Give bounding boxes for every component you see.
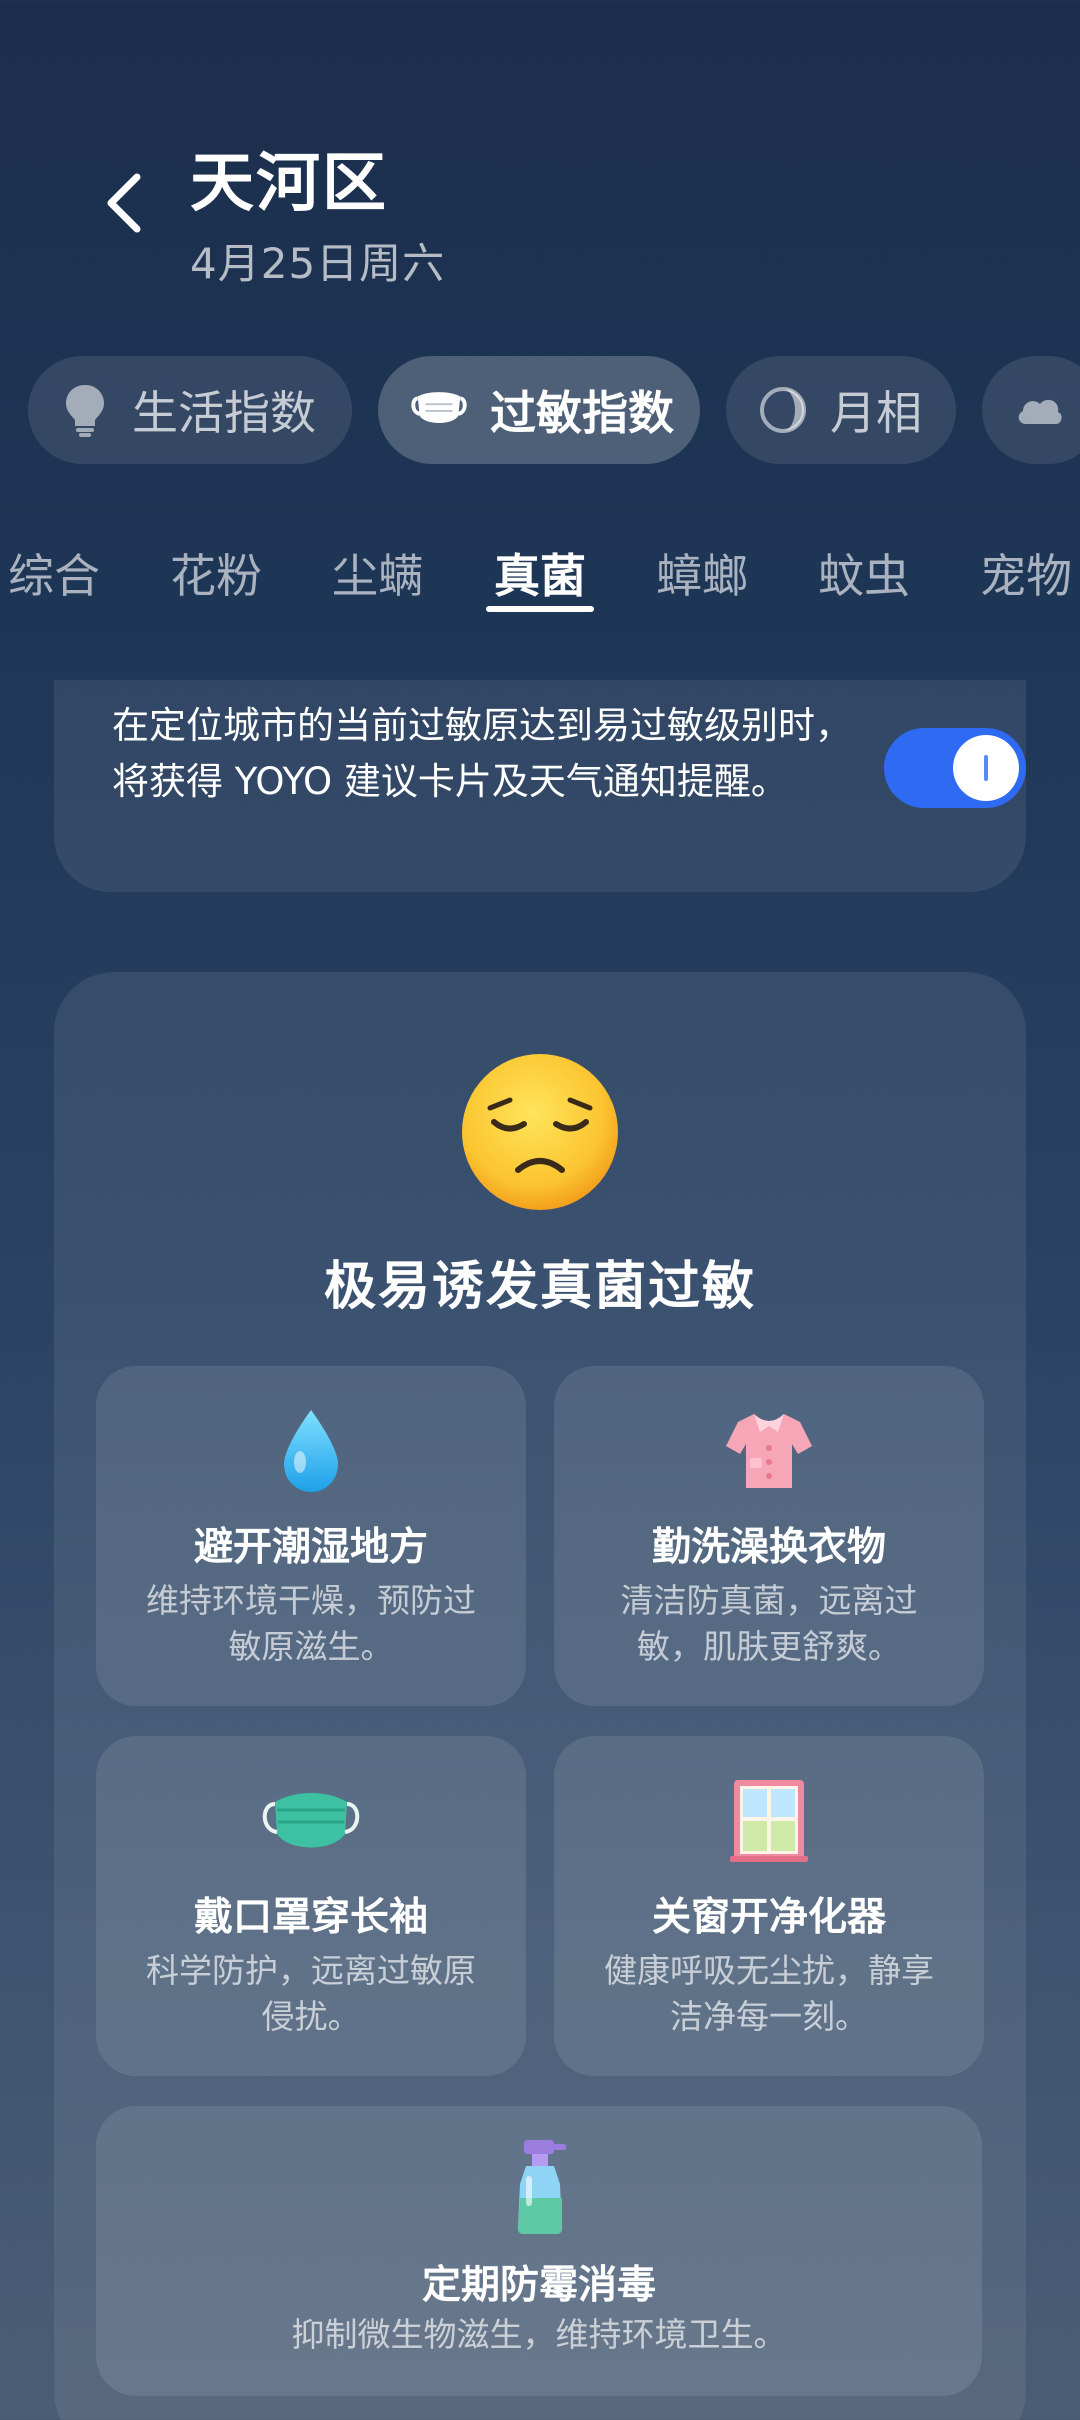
- category-label: 生活指数: [132, 386, 316, 440]
- tab-comprehensive[interactable]: 综合: [8, 540, 100, 606]
- tip-title: 戴口罩穿长袖: [193, 1895, 428, 1940]
- tab-pollen[interactable]: 花粉: [170, 540, 262, 606]
- toggle-knob: [953, 735, 1019, 801]
- back-button[interactable]: [88, 168, 158, 238]
- shirt-icon: [726, 1414, 812, 1488]
- spray-bottle-icon: [518, 2140, 566, 2234]
- date-label: 4月25日周六: [190, 239, 446, 288]
- notification-text: 在定位城市的当前过敏原达到易过敏级别时，将获得 YOYO 建议卡片及天气通知提醒…: [112, 704, 852, 803]
- tip-title: 勤洗澡换衣物: [651, 1525, 886, 1570]
- notification-card: 在定位城市的当前过敏原达到易过敏级别时，将获得 YOYO 建议卡片及天气通知提醒…: [54, 680, 1026, 892]
- window-icon: [730, 1780, 808, 1862]
- face-mask-icon: [262, 1793, 360, 1848]
- tip-description: 清洁防真菌，远离过敏，肌肤更舒爽。: [620, 1581, 918, 1666]
- tab-cockroach[interactable]: 蟑螂: [656, 540, 748, 606]
- notification-toggle[interactable]: [884, 728, 1026, 808]
- cloud-icon: [1014, 381, 1064, 439]
- tab-dust-mite[interactable]: 尘螨: [332, 540, 424, 606]
- tip-description: 健康呼吸无尘扰，静享洁净每一刻。: [604, 1951, 934, 2036]
- tip-description: 抑制微生物滋生，维持环境卫生。: [291, 2315, 787, 2354]
- tip-title: 关窗开净化器: [651, 1895, 886, 1940]
- allergy-level-title: 极易诱发真菌过敏: [323, 1257, 756, 1317]
- category-life-index[interactable]: 生活指数: [28, 356, 352, 464]
- chevron-left-icon: [107, 173, 141, 233]
- tip-title: 避开潮湿地方: [193, 1525, 428, 1570]
- category-bar: 生活指数 过敏指数 月相: [28, 356, 1080, 464]
- tip-card: 戴口罩穿长袖 科学防护，远离过敏原侵扰。: [96, 1736, 526, 2076]
- pensive-face-icon: [462, 1054, 618, 1210]
- page-title: 天河区: [190, 147, 388, 221]
- tip-title: 定期防霉消毒: [421, 2263, 656, 2308]
- tip-card: 定期防霉消毒 抑制微生物滋生，维持环境卫生。: [96, 2106, 982, 2396]
- moon-phase-icon: [758, 381, 808, 439]
- water-drop-icon: [284, 1410, 338, 1492]
- tip-card: 勤洗澡换衣物 清洁防真菌，远离过敏，肌肤更舒爽。: [554, 1366, 984, 1706]
- mask-icon: [410, 381, 468, 439]
- allergen-tabs: 综合 花粉 尘螨 真菌 蟑螂 蚊虫 宠物: [0, 540, 1080, 630]
- category-more[interactable]: [982, 356, 1080, 464]
- tab-fungus[interactable]: 真菌: [494, 540, 586, 606]
- active-tab-indicator: [486, 606, 594, 612]
- lightbulb-icon: [60, 381, 110, 439]
- category-label: 过敏指数: [490, 386, 674, 440]
- tab-pet[interactable]: 宠物: [980, 540, 1072, 606]
- tip-card: 避开潮湿地方 维持环境干燥，预防过敏原滋生。: [96, 1366, 526, 1706]
- tip-description: 科学防护，远离过敏原侵扰。: [146, 1951, 476, 2036]
- category-moon-phase[interactable]: 月相: [726, 356, 956, 464]
- category-label: 月相: [830, 386, 922, 440]
- allergy-level-card: 极易诱发真菌过敏 避开潮湿地方 维持环境干燥，预防过敏原滋生。 勤洗澡换衣物 清…: [54, 972, 1026, 2420]
- tab-mosquito[interactable]: 蚊虫: [818, 540, 910, 606]
- tip-card: 关窗开净化器 健康呼吸无尘扰，静享洁净每一刻。: [554, 1736, 984, 2076]
- tip-description: 维持环境干燥，预防过敏原滋生。: [146, 1581, 476, 1666]
- category-allergy-index[interactable]: 过敏指数: [378, 356, 700, 464]
